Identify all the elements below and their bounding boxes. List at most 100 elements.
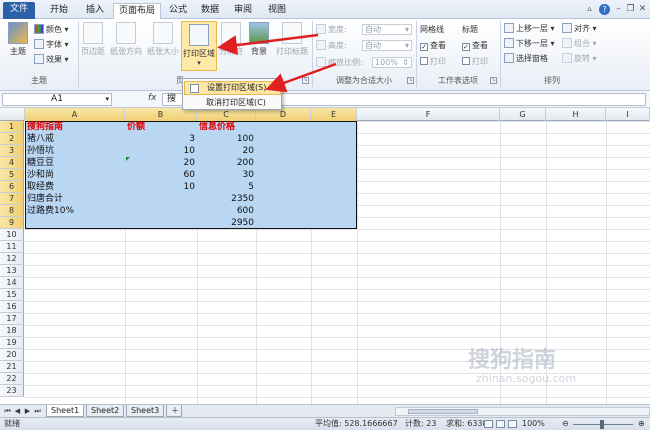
fx-icon[interactable]: fx: [148, 93, 157, 103]
zoom-in-icon[interactable]: ⊕: [638, 418, 645, 430]
tab-page-layout[interactable]: 页面布局: [113, 3, 161, 19]
row-header[interactable]: 2: [0, 133, 24, 145]
row-header[interactable]: 21: [0, 361, 24, 373]
scale-spinner[interactable]: 100% ⇕: [372, 57, 412, 68]
cell-c3[interactable]: 20: [197, 145, 254, 157]
cell-a2[interactable]: 猪八戒: [27, 133, 54, 145]
page-break-view-icon[interactable]: [508, 420, 517, 428]
colors-button[interactable]: 颜色 ▾: [34, 24, 69, 36]
align-button[interactable]: 对齐 ▾: [562, 23, 597, 35]
first-sheet-icon[interactable]: ⏮: [3, 406, 12, 416]
row-header[interactable]: 20: [0, 349, 24, 361]
headings-print-checkbox[interactable]: 打印: [462, 56, 488, 68]
column-header[interactable]: A: [25, 108, 125, 121]
cell-b3[interactable]: 10: [125, 145, 195, 157]
cell-a3[interactable]: 孙悟坑: [27, 145, 54, 157]
bring-forward-button[interactable]: 上移一层 ▾: [504, 23, 555, 35]
row-header[interactable]: 13: [0, 265, 24, 277]
group-button[interactable]: 组合 ▾: [562, 38, 597, 50]
zoom-level[interactable]: 100%: [522, 418, 545, 430]
new-sheet-icon[interactable]: ＋: [166, 405, 182, 417]
fonts-button[interactable]: 字体 ▾: [34, 39, 69, 51]
normal-view-icon[interactable]: [484, 420, 493, 428]
minimize-icon[interactable]: –: [613, 4, 624, 15]
gridlines-print-checkbox[interactable]: 打印: [420, 56, 446, 68]
cell-b6[interactable]: 10: [125, 181, 195, 193]
cell-c5[interactable]: 30: [197, 169, 254, 181]
help-icon[interactable]: ?: [599, 4, 610, 15]
prev-sheet-icon[interactable]: ◀: [13, 406, 22, 416]
row-header[interactable]: 9: [0, 217, 24, 229]
tab-view[interactable]: 视图: [262, 3, 292, 19]
themes-button[interactable]: 主题: [4, 22, 32, 57]
column-header[interactable]: F: [357, 108, 500, 121]
cell-a4[interactable]: 糖豆豆: [27, 157, 54, 169]
cell-c1[interactable]: 信息价格: [199, 121, 235, 133]
row-header[interactable]: 14: [0, 277, 24, 289]
tab-formulas[interactable]: 公式: [164, 3, 192, 19]
tab-review[interactable]: 审阅: [228, 3, 258, 19]
tab-data[interactable]: 数据: [196, 3, 224, 19]
height-select[interactable]: 自动 ▾: [362, 40, 412, 51]
minimize-ribbon-icon[interactable]: ▵: [584, 4, 595, 15]
set-print-area-item[interactable]: 设置打印区域(S): [184, 81, 281, 95]
cell-a5[interactable]: 沙和尚: [27, 169, 54, 181]
tab-file[interactable]: 文件: [3, 2, 35, 19]
row-header[interactable]: 12: [0, 253, 24, 265]
row-header[interactable]: 1: [0, 121, 24, 133]
cell-c4[interactable]: 200: [197, 157, 254, 169]
row-header[interactable]: 4: [0, 157, 24, 169]
margins-button[interactable]: 页边距: [80, 22, 106, 57]
tab-home[interactable]: 开始: [42, 3, 76, 19]
breaks-button[interactable]: 分隔符: [218, 22, 244, 57]
column-header[interactable]: G: [500, 108, 546, 121]
row-header[interactable]: 6: [0, 181, 24, 193]
selection-pane-button[interactable]: 选择窗格: [504, 53, 548, 65]
send-backward-button[interactable]: 下移一层 ▾: [504, 38, 555, 50]
cell-c9[interactable]: 2950: [197, 217, 254, 229]
gridlines-view-checkbox[interactable]: ✓ 查看: [420, 40, 446, 52]
orientation-button[interactable]: 纸张方向: [108, 22, 144, 57]
width-select[interactable]: 自动 ▾: [362, 24, 412, 35]
cell-c2[interactable]: 100: [197, 133, 254, 145]
row-header[interactable]: 5: [0, 169, 24, 181]
row-header[interactable]: 10: [0, 229, 24, 241]
select-all-corner[interactable]: [0, 108, 25, 121]
cell-b1[interactable]: 价额: [127, 121, 145, 133]
cell-c8[interactable]: 600: [197, 205, 254, 217]
zoom-out-icon[interactable]: ⊖: [562, 418, 569, 430]
row-header[interactable]: 8: [0, 205, 24, 217]
scroll-thumb[interactable]: [408, 409, 478, 414]
row-header[interactable]: 22: [0, 373, 24, 385]
horizontal-scrollbar[interactable]: [395, 407, 650, 416]
scale-launcher-icon[interactable]: ↘: [407, 77, 414, 84]
sheet-options-launcher-icon[interactable]: ↘: [490, 77, 497, 84]
cell-a8[interactable]: 过路费10%: [27, 205, 74, 217]
print-titles-button[interactable]: 打印标题: [274, 22, 310, 57]
cell-b2[interactable]: 3: [125, 133, 195, 145]
headings-view-checkbox[interactable]: ✓ 查看: [462, 40, 488, 52]
row-header[interactable]: 17: [0, 313, 24, 325]
cell-c7[interactable]: 2350: [197, 193, 254, 205]
page-layout-view-icon[interactable]: [496, 420, 505, 428]
print-area-button[interactable]: 打印区域 ▾: [181, 21, 217, 71]
cell-c6[interactable]: 5: [197, 181, 254, 193]
row-header[interactable]: 19: [0, 337, 24, 349]
clear-print-area-item[interactable]: 取消打印区域(C): [184, 96, 281, 110]
name-box[interactable]: A1 ▾: [2, 93, 112, 106]
row-header[interactable]: 15: [0, 289, 24, 301]
cell-b7[interactable]: [125, 193, 195, 205]
rotate-button[interactable]: 旋转 ▾: [562, 53, 597, 65]
sheet-tab-1[interactable]: Sheet1: [46, 405, 85, 417]
row-header[interactable]: 3: [0, 145, 24, 157]
row-header[interactable]: 7: [0, 193, 24, 205]
cell-b4[interactable]: 20: [125, 157, 195, 169]
sheet-tab-3[interactable]: Sheet3: [126, 405, 165, 417]
row-header[interactable]: 11: [0, 241, 24, 253]
column-header[interactable]: E: [311, 108, 357, 121]
zoom-slider-thumb[interactable]: [600, 420, 604, 429]
cell-b5[interactable]: 60: [125, 169, 195, 181]
row-header[interactable]: 16: [0, 301, 24, 313]
next-sheet-icon[interactable]: ▶: [23, 406, 32, 416]
restore-icon[interactable]: ❐: [625, 4, 636, 15]
